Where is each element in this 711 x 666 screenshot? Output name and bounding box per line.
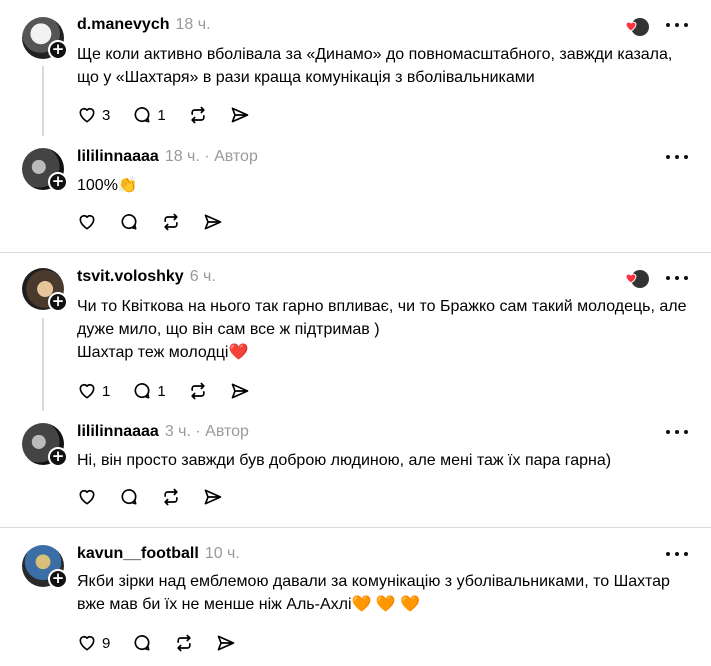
more-icon[interactable]	[666, 21, 688, 29]
comment-button[interactable]	[119, 487, 139, 507]
heart-icon	[79, 214, 95, 230]
author-label: · Автор	[204, 148, 258, 165]
repost-button[interactable]	[161, 487, 181, 507]
share-icon	[231, 107, 249, 123]
share-button[interactable]	[203, 212, 223, 232]
post-header: tsvit.voloshky 6 ч.	[77, 268, 216, 286]
repost-icon	[177, 634, 192, 652]
post-text: Шахтар теж молодці❤️	[77, 344, 249, 361]
thread-divider	[0, 252, 711, 253]
share-button[interactable]	[216, 633, 236, 653]
username[interactable]: lililinnaaaa	[77, 148, 159, 165]
username[interactable]: kavun__football	[77, 545, 199, 562]
username[interactable]: tsvit.voloshky	[77, 268, 184, 285]
more-icon[interactable]	[666, 274, 688, 282]
repost-icon	[164, 213, 178, 231]
like-button[interactable]	[77, 487, 97, 507]
post-text: 100%👏	[77, 177, 138, 194]
heart-icon	[79, 383, 95, 399]
comment-button[interactable]	[119, 212, 139, 232]
repost-icon	[191, 106, 205, 124]
post-text: Ні, він просто завжди був доброю людиною…	[77, 452, 612, 469]
share-button[interactable]	[230, 105, 250, 125]
like-count: 9	[102, 634, 111, 652]
share-button[interactable]	[230, 381, 250, 401]
action-bar: 9	[77, 632, 258, 654]
comment-icon	[134, 635, 150, 651]
comment-icon	[134, 383, 150, 399]
author-label: · Автор	[195, 423, 249, 440]
more-icon[interactable]	[666, 550, 688, 558]
like-button[interactable]: 1	[77, 381, 110, 401]
action-bar	[77, 211, 245, 233]
repost-button[interactable]	[188, 105, 208, 125]
more-icon[interactable]	[666, 428, 688, 436]
action-bar: 1 1	[77, 380, 272, 402]
share-icon	[218, 635, 235, 651]
timestamp: 6 ч.	[189, 268, 216, 285]
repost-icon	[191, 382, 205, 400]
timestamp: 3 ч.	[164, 423, 191, 440]
share-icon	[231, 383, 249, 399]
username[interactable]: lililinnaaaa	[77, 423, 159, 440]
follow-plus-icon[interactable]: +	[48, 40, 68, 60]
timestamp: 18 ч.	[164, 148, 200, 165]
repost-button[interactable]	[161, 212, 181, 232]
username[interactable]: d.manevych	[77, 16, 169, 33]
like-count: 1	[102, 382, 111, 400]
like-button[interactable]	[77, 212, 97, 232]
post-header: kavun__football 10 ч.	[77, 545, 240, 563]
like-button[interactable]: 3	[77, 105, 110, 125]
comment-icon	[121, 214, 137, 230]
repost-button[interactable]	[188, 381, 208, 401]
liked-by-avatar-icon[interactable]	[622, 17, 650, 37]
comment-button[interactable]: 1	[132, 105, 166, 125]
action-bar	[77, 486, 245, 508]
like-count: 3	[102, 106, 111, 124]
heart-icon	[79, 635, 95, 651]
repost-button[interactable]	[174, 633, 194, 653]
comment-button[interactable]	[132, 633, 152, 653]
post-text: Якби зірки над емблемою давали за комуні…	[77, 573, 670, 613]
comment-button[interactable]: 1	[132, 381, 166, 401]
timestamp: 18 ч.	[175, 16, 211, 33]
heart-icon	[79, 107, 95, 123]
thread-line	[42, 318, 44, 411]
share-button[interactable]	[203, 487, 223, 507]
share-icon	[204, 214, 222, 230]
follow-plus-icon[interactable]: +	[48, 569, 68, 589]
comment-icon	[121, 489, 137, 505]
follow-plus-icon[interactable]: +	[48, 292, 68, 312]
like-button[interactable]: 9	[77, 633, 110, 653]
reply-count: 1	[157, 106, 166, 124]
liked-by-avatar-icon[interactable]	[622, 269, 650, 289]
post-header: lililinnaaaa 3 ч. · Автор	[77, 423, 249, 441]
post-header: lililinnaaaa 18 ч. · Автор	[77, 148, 258, 166]
timestamp: 10 ч.	[204, 545, 240, 562]
comment-icon	[134, 107, 150, 123]
post-header: d.manevych 18 ч.	[77, 16, 211, 34]
heart-icon	[79, 489, 95, 505]
thread-line	[42, 66, 44, 136]
repost-icon	[164, 488, 178, 506]
more-icon[interactable]	[666, 153, 688, 161]
reply-count: 1	[157, 382, 166, 400]
action-bar: 3 1	[77, 104, 272, 126]
share-icon	[204, 489, 222, 505]
post-text: Чи то Квіткова на нього так гарно вплива…	[77, 298, 687, 338]
follow-plus-icon[interactable]: +	[48, 447, 68, 467]
thread-divider	[0, 527, 711, 528]
post-text: Ще коли активно вболівала за «Динамо» до…	[77, 46, 673, 86]
follow-plus-icon[interactable]: +	[48, 172, 68, 192]
